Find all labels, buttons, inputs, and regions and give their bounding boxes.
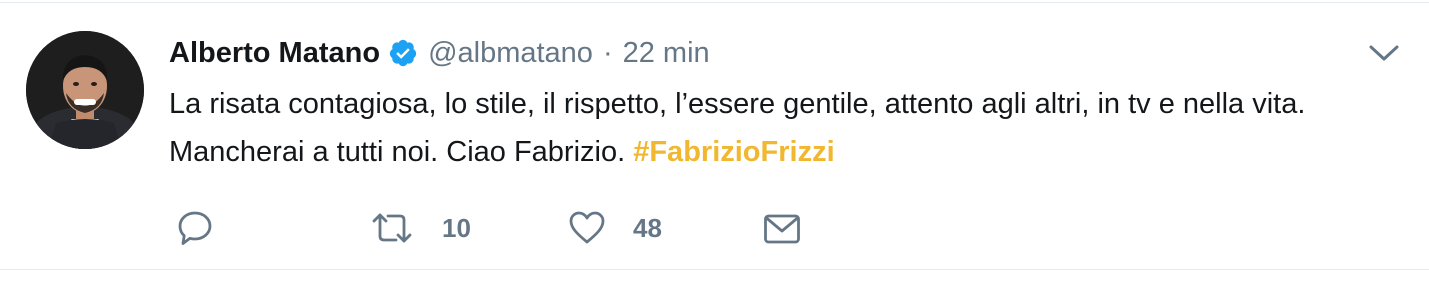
- author-name[interactable]: Alberto Matano: [169, 37, 380, 70]
- reply-button[interactable]: [175, 203, 215, 253]
- tweet-header: Alberto Matano @albmatano · 22 min: [169, 33, 710, 73]
- timestamp-link[interactable]: 22 min: [623, 37, 710, 70]
- tweet-card[interactable]: Alberto Matano @albmatano · 22 min La ri…: [0, 2, 1429, 270]
- verified-badge-icon: [388, 38, 418, 68]
- retweet-count: 10: [442, 212, 471, 243]
- envelope-icon: [764, 214, 800, 244]
- retweet-icon: [372, 213, 412, 243]
- avatar-image: [26, 31, 144, 149]
- avatar[interactable]: [26, 31, 144, 149]
- direct-message-button[interactable]: [762, 203, 802, 253]
- like-count: 48: [633, 212, 662, 243]
- hashtag-link[interactable]: #FabrizioFrizzi: [633, 136, 834, 168]
- separator-dot: ·: [602, 36, 613, 69]
- reply-icon: [178, 211, 212, 245]
- author-handle[interactable]: @albmatano: [428, 37, 593, 70]
- retweet-button[interactable]: 10: [370, 203, 471, 253]
- heart-icon: [569, 211, 605, 244]
- tweet-text: La risata contagiosa, lo stile, il rispe…: [169, 80, 1399, 176]
- tweet-actions: 10 48: [0, 203, 1429, 253]
- chevron-down-icon[interactable]: [1366, 40, 1402, 66]
- like-button[interactable]: 48: [567, 203, 662, 253]
